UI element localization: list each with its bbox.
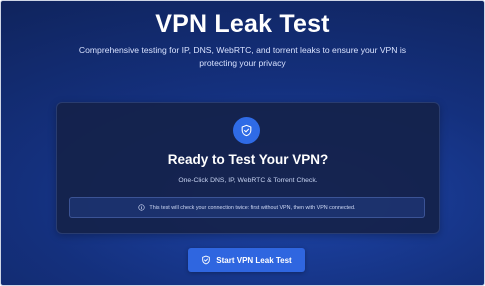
start-button-label: Start VPN Leak Test	[216, 255, 292, 265]
info-notice-text: This test will check your connection twi…	[149, 204, 356, 211]
card-title: Ready to Test Your VPN?	[167, 152, 329, 167]
info-icon	[138, 204, 146, 211]
shield-icon	[201, 255, 211, 265]
page-title: VPN Leak Test	[155, 10, 330, 38]
shield-badge	[233, 117, 260, 144]
info-notice: This test will check your connection twi…	[69, 197, 425, 218]
shield-check-icon	[240, 124, 253, 137]
card-subtitle: One-Click DNS, IP, WebRTC & Torrent Chec…	[178, 177, 318, 184]
start-vpn-leak-test-button[interactable]: Start VPN Leak Test	[188, 248, 305, 272]
vpn-leak-test-page: VPN Leak Test Comprehensive testing for …	[0, 0, 485, 286]
page-subtitle: Comprehensive testing for IP, DNS, WebRT…	[78, 45, 407, 68]
